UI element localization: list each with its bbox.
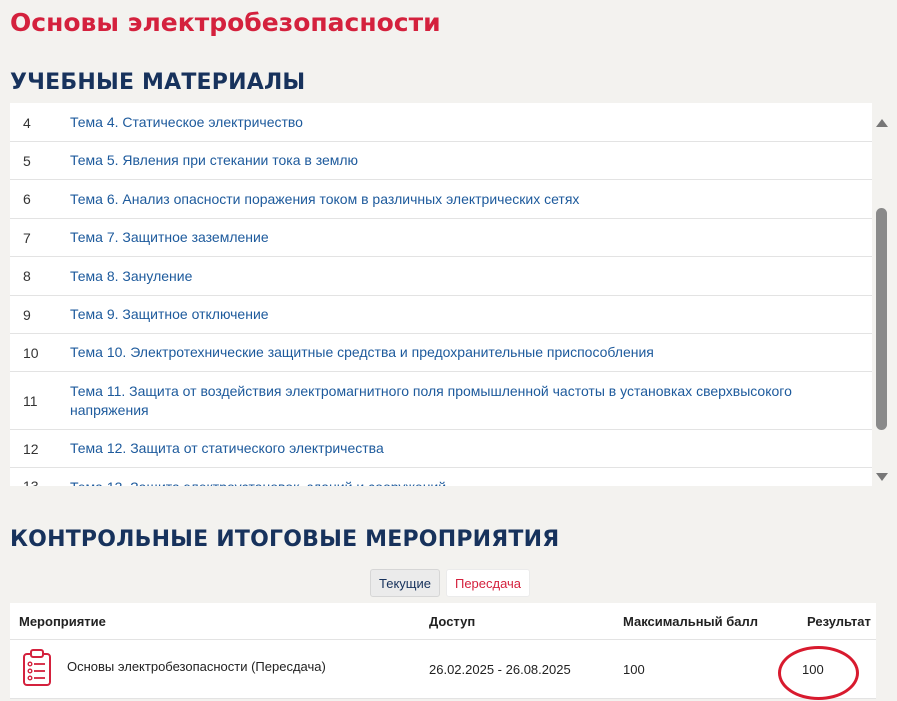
item-number: 5 — [23, 152, 31, 169]
item-number: 8 — [23, 268, 31, 284]
topic-link[interactable]: Тема 8. Зануление — [70, 267, 212, 286]
table-header: Мероприятие Доступ Максимальный балл Рез… — [10, 603, 876, 640]
list-item: 4 Тема 4. Статическое электричество — [10, 103, 872, 142]
item-number: 12 — [23, 440, 39, 457]
column-header-access: Доступ — [429, 613, 476, 629]
events-tabs: Текущие Пересдача — [370, 569, 531, 597]
scroll-down-arrow-icon[interactable] — [876, 473, 888, 481]
topic-link[interactable]: Тема 13. Защита электроустановок, зданий… — [70, 478, 466, 486]
event-name[interactable]: Основы электробезопасности (Пересдача) — [67, 659, 326, 674]
table-row[interactable]: Основы электробезопасности (Пересдача) 2… — [10, 640, 876, 700]
topic-link[interactable]: Тема 12. Защита от статического электрич… — [70, 439, 404, 458]
list-item: 8 Тема 8. Зануление — [10, 257, 872, 296]
scrollbar-thumb[interactable] — [876, 208, 887, 430]
tab-current[interactable]: Текущие — [370, 569, 440, 597]
page-title: Основы электробезопасности — [10, 8, 441, 37]
topic-link[interactable]: Тема 4. Статическое электричество — [70, 113, 323, 132]
result-highlight-circle — [778, 646, 859, 700]
events-section-title: КОНТРОЛЬНЫЕ ИТОГОВЫЕ МЕРОПРИЯТИЯ — [10, 527, 560, 552]
clipboard-checklist-icon — [23, 649, 51, 686]
column-header-max-score: Максимальный балл — [623, 613, 759, 629]
list-item: 11 Тема 11. Защита от воздействия электр… — [10, 372, 872, 430]
item-number: 13 — [23, 478, 39, 486]
topic-link[interactable]: Тема 5. Явления при стекании тока в земл… — [70, 151, 378, 170]
list-item: 5 Тема 5. Явления при стекании тока в зе… — [10, 142, 872, 180]
item-number: 11 — [23, 392, 38, 409]
list-item: 10 Тема 10. Электротехнические защитные … — [10, 334, 872, 372]
list-item: 13 Тема 13. Защита электроустановок, зда… — [10, 468, 872, 486]
item-number: 9 — [23, 306, 31, 323]
topic-link[interactable]: Тема 7. Защитное заземление — [70, 228, 289, 247]
list-item: 12 Тема 12. Защита от статического элект… — [10, 430, 872, 468]
events-table: Мероприятие Доступ Максимальный балл Рез… — [10, 603, 876, 700]
list-item: 7 Тема 7. Защитное заземление — [10, 219, 872, 257]
materials-section-title: УЧЕБНЫЕ МАТЕРИАЛЫ — [10, 70, 306, 95]
item-number: 6 — [23, 191, 31, 207]
tab-retake[interactable]: Пересдача — [445, 569, 531, 597]
item-number: 4 — [23, 114, 31, 131]
list-item: 6 Тема 6. Анализ опасности поражения ток… — [10, 180, 872, 219]
materials-scrollbar[interactable] — [873, 112, 890, 486]
topic-link[interactable]: Тема 6. Анализ опасности поражения током… — [70, 190, 599, 209]
topic-link[interactable]: Тема 10. Электротехнические защитные сре… — [70, 343, 674, 362]
topic-link[interactable]: Тема 9. Защитное отключение — [70, 305, 289, 324]
materials-list: 4 Тема 4. Статическое электричество 5 Те… — [10, 103, 872, 486]
scroll-up-arrow-icon[interactable] — [876, 119, 888, 127]
list-item: 9 Тема 9. Защитное отключение — [10, 296, 872, 334]
event-access-period: 26.02.2025 - 26.08.2025 — [429, 662, 571, 677]
column-header-event: Мероприятие — [19, 613, 106, 629]
item-number: 10 — [23, 344, 39, 361]
column-header-result: Результат — [807, 613, 871, 629]
item-number: 7 — [23, 229, 31, 246]
topic-link[interactable]: Тема 11. Защита от воздействия электрома… — [70, 382, 872, 420]
event-max-score: 100 — [623, 662, 645, 677]
